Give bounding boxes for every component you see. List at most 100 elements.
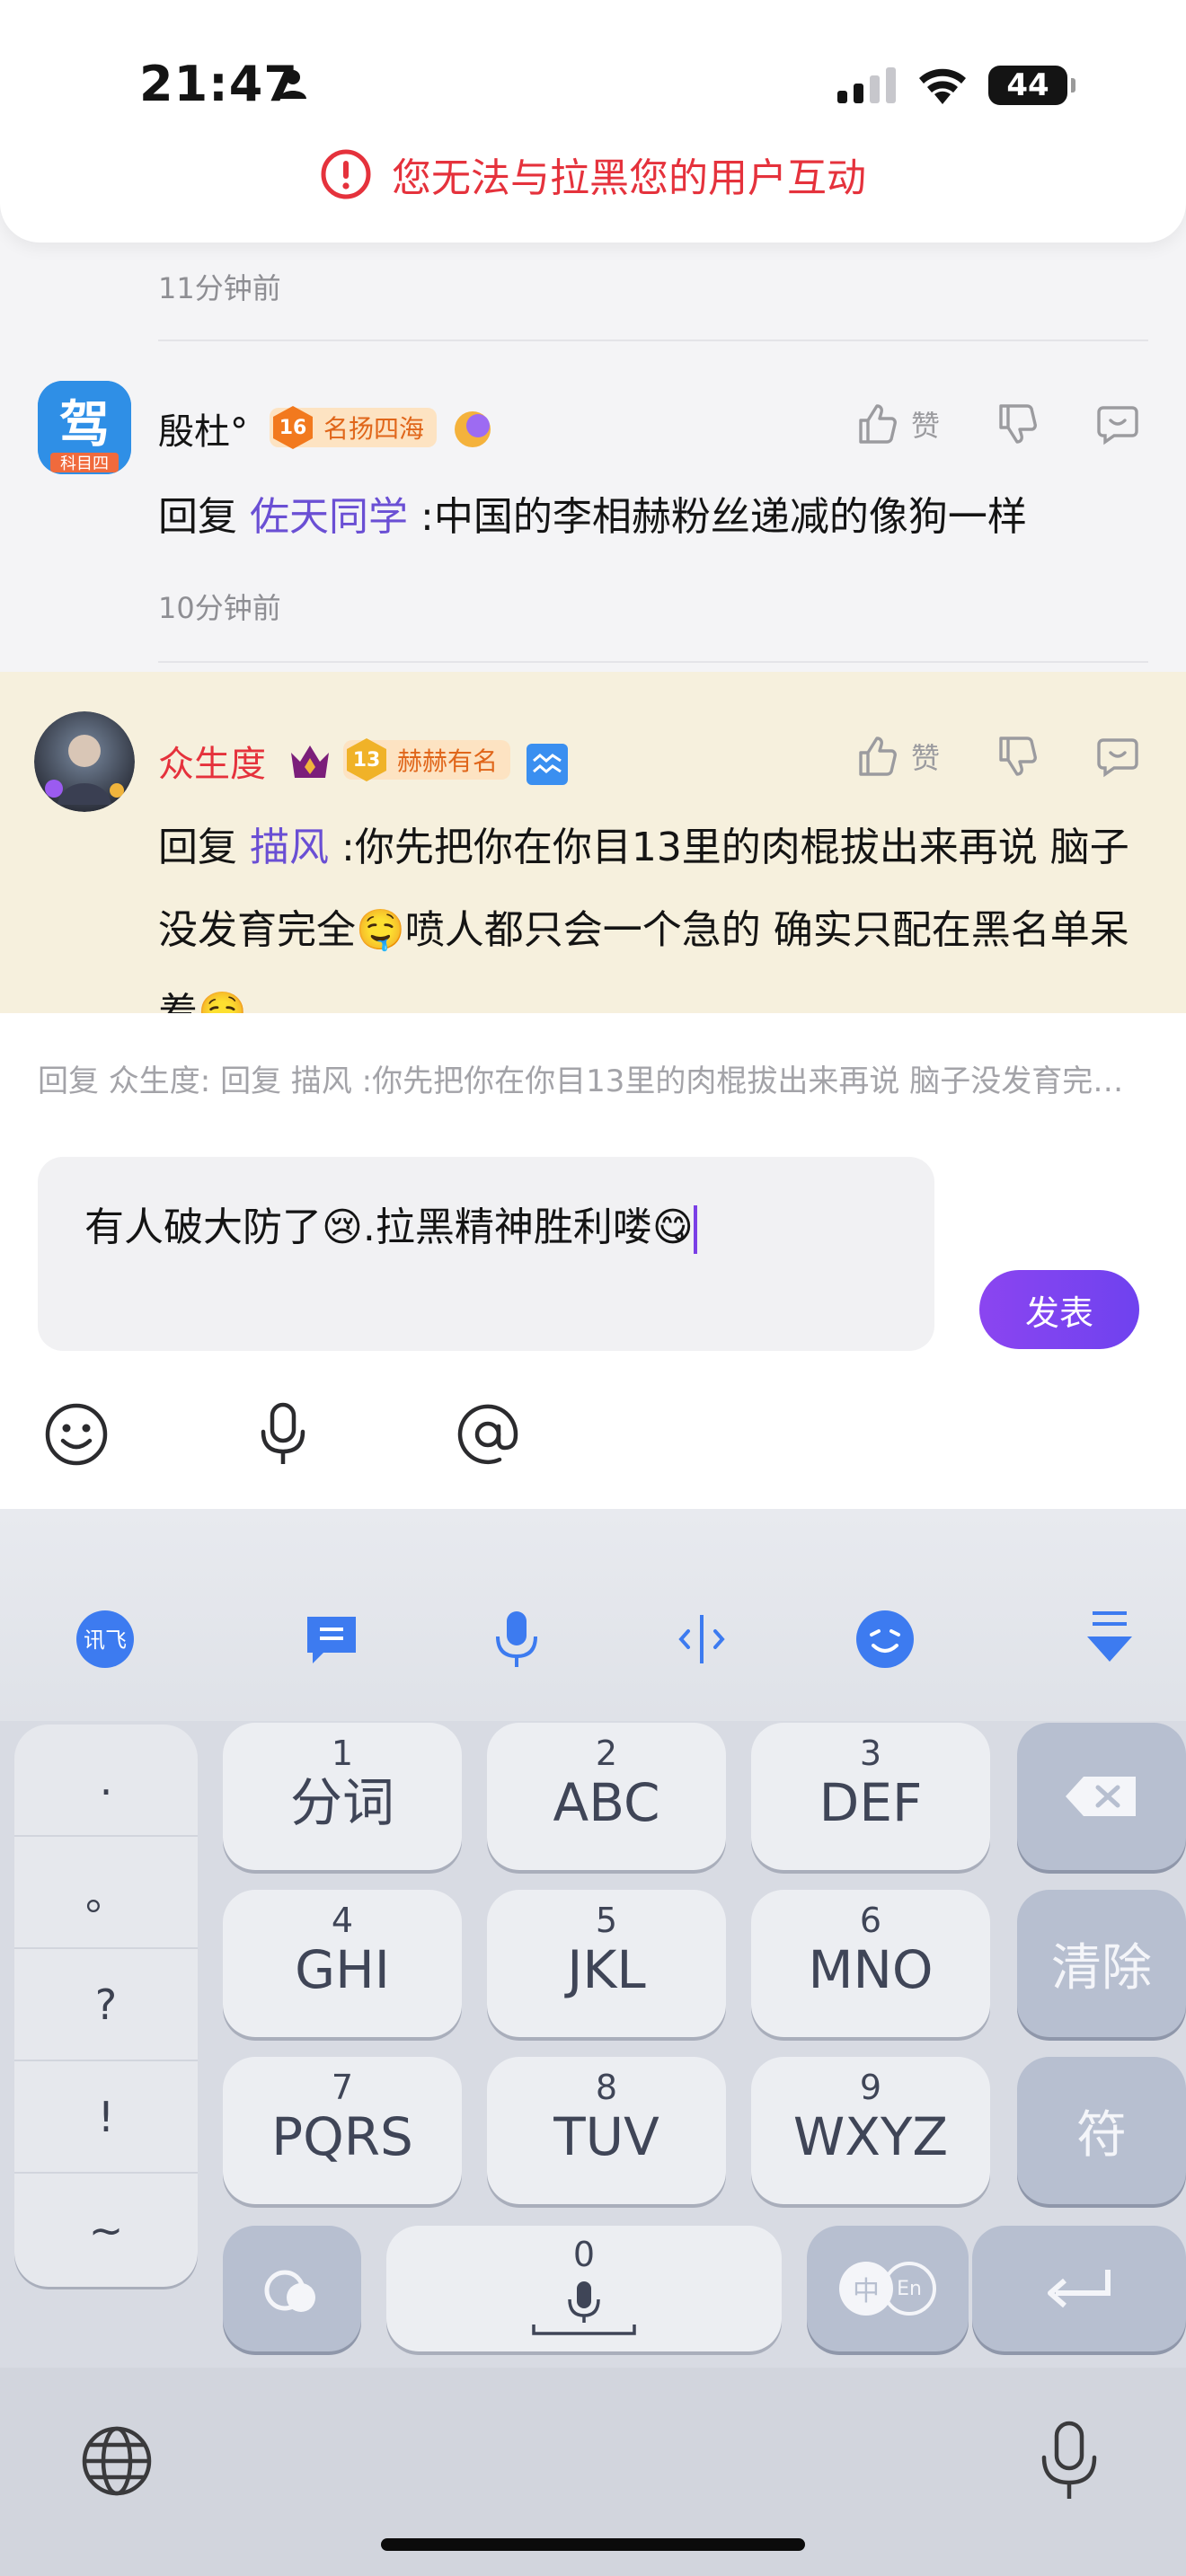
key-1[interactable]: 1 分词	[223, 1723, 462, 1870]
key-7[interactable]: 7 PQRS	[223, 2057, 462, 2204]
thumbs-up-icon	[859, 737, 897, 776]
mention-link[interactable]: 佐天同学	[250, 494, 408, 540]
reply-input[interactable]: 有人破大防了😢.拉黑精神胜利喽😋	[38, 1157, 934, 1351]
comment-actions: 赞	[854, 401, 1141, 447]
username[interactable]: 殷杜°	[158, 402, 248, 454]
symbol-key[interactable]: ~	[14, 2174, 198, 2286]
battery-indicator: 44	[988, 66, 1075, 105]
emoji-icon[interactable]	[41, 1399, 111, 1469]
level-badge: 16 名扬四海	[270, 406, 438, 449]
key-2[interactable]: 2 ABC	[487, 1723, 726, 1870]
comment-time: 11分钟前	[158, 271, 281, 305]
comment-body: :中国的李相赫粉丝递减的像狗一样	[420, 494, 1027, 540]
symbol-key[interactable]: ?	[14, 1949, 198, 2061]
reply-prefix: 回复	[158, 825, 237, 870]
quick-phrase-icon[interactable]	[300, 1608, 363, 1671]
wifi-icon	[919, 68, 966, 104]
blocked-banner: 您无法与拉黑您的用户互动	[0, 146, 1186, 203]
home-indicator[interactable]	[381, 2538, 805, 2551]
moon-badge-icon	[455, 411, 491, 447]
key-9[interactable]: 9 WXYZ	[751, 2057, 990, 2204]
avatar[interactable]	[34, 711, 135, 812]
level-number: 16	[270, 404, 316, 451]
reply-prefix: 回复	[158, 494, 237, 540]
username[interactable]: 众生度	[158, 735, 266, 787]
key-8[interactable]: 8 TUV	[487, 2057, 726, 2204]
text-cursor	[693, 1205, 697, 1254]
space-key[interactable]: 0	[386, 2226, 782, 2351]
post-button[interactable]: 发表	[979, 1270, 1139, 1349]
like-label: 赞	[911, 741, 941, 775]
like-label: 赞	[911, 409, 941, 443]
symbol-column: . 。 ? ! ~	[14, 1725, 198, 2287]
like-button[interactable]: 赞	[854, 733, 940, 780]
thumbs-down-icon[interactable]	[994, 401, 1040, 447]
reply-input-value: 有人破大防了😢.拉黑精神胜利喽😋	[84, 1204, 694, 1250]
comment-text: 回复 描风 :你先把你在你目13里的肉棍拔出来再说 脑子没发育完全🤤喷人都只会一…	[158, 807, 1164, 1015]
clear-key[interactable]: 清除	[1017, 1890, 1186, 2037]
keyboard-toolbar: 讯飞	[0, 1509, 1186, 1721]
lang-en: En	[882, 2262, 936, 2316]
collapse-keyboard-icon[interactable]	[1078, 1608, 1141, 1671]
handwriting-key[interactable]	[223, 2226, 361, 2351]
symbol-key[interactable]: .	[14, 1725, 198, 1837]
signal-icon	[837, 67, 896, 103]
backspace-icon	[1066, 1777, 1136, 1816]
mention-at-icon[interactable]	[453, 1399, 523, 1469]
like-button[interactable]: 赞	[854, 401, 940, 447]
reply-comment-icon[interactable]	[1094, 733, 1141, 780]
voice-keyboard-icon[interactable]	[485, 1608, 548, 1671]
comment-feed[interactable]: 11分钟前 驾 科目四 殷杜° 16 名扬四海 赞 回复 佐天同学:中国的李相…	[0, 243, 1186, 1015]
handwriting-icon	[264, 2270, 315, 2312]
symbol-key[interactable]: !	[14, 2061, 198, 2174]
reply-comment-icon[interactable]	[1094, 401, 1141, 447]
avatar-image	[34, 711, 135, 812]
key-4[interactable]: 4 GHI	[223, 1890, 462, 2037]
return-icon	[1048, 2270, 1111, 2308]
symbols-key[interactable]: 符	[1017, 2057, 1186, 2204]
banner-text: 您无法与拉黑您的用户互动	[392, 155, 866, 201]
return-key[interactable]	[972, 2226, 1186, 2351]
comment-actions: 赞	[854, 733, 1141, 780]
mention-link[interactable]: 描风	[250, 825, 329, 870]
level-number: 13	[343, 737, 390, 783]
key-6[interactable]: 6 MNO	[751, 1890, 990, 2037]
avatar-caption: 科目四	[60, 454, 109, 473]
comment-time: 10分钟前	[158, 591, 281, 625]
key-5[interactable]: 5 JKL	[487, 1890, 726, 2037]
svg-text:驾: 驾	[59, 396, 110, 454]
voice-input-icon[interactable]	[248, 1399, 318, 1469]
thumbs-up-icon	[859, 404, 897, 444]
svg-text:讯飞: 讯飞	[84, 1628, 127, 1653]
iflytek-logo-icon[interactable]: 讯飞	[74, 1608, 137, 1671]
dictation-mic-icon[interactable]	[1031, 2420, 1107, 2502]
comment-text: 回复 佐天同学 :中国的李相赫粉丝递减的像狗一样	[158, 476, 1164, 559]
language-switch-key[interactable]: 中 En	[807, 2226, 969, 2351]
aquarius-badge-icon	[527, 744, 568, 785]
top-card: 21:47 44 您无法与拉黑您的用户互动	[0, 0, 1186, 243]
avatar[interactable]: 驾 科目四	[38, 381, 131, 474]
badge-text: 赫赫有名	[397, 746, 499, 776]
badge-text: 名扬四海	[323, 414, 425, 444]
globe-icon[interactable]	[79, 2423, 155, 2499]
comment-item-highlighted[interactable]: 众生度 13 赫赫有名 赞 回复 描风:你先把你在你目13里的肉棍拔出来再说 …	[0, 672, 1186, 1015]
ime-keyboard: 讯飞 . 。 ? ! ~ 1 分词 2 ABC 3DEF 4 GHI 5 JKL…	[0, 1509, 1186, 2576]
alert-icon	[321, 149, 371, 199]
reply-composer: 回复 众生度: 回复 描风 :你先把你在你目13里的肉棍拔出来再说 脑子没发育完…	[0, 1013, 1186, 1509]
comment-item[interactable]: 驾 科目四 殷杜° 16 名扬四海 赞 回复 佐天同学:中国的李相赫粉丝递减的…	[0, 341, 1186, 674]
key-3[interactable]: 3 DEF	[751, 1723, 990, 1870]
space-mic-icon	[532, 2281, 636, 2335]
status-time: 21:47	[139, 56, 298, 112]
divider	[158, 661, 1148, 663]
space-key-number: 0	[572, 2235, 596, 2274]
person-icon	[279, 70, 306, 99]
reply-to-preview: 回复 众生度: 回复 描风 :你先把你在你目13里的肉棍拔出来再说 脑子没发育完…	[38, 1063, 1152, 1099]
status-indicators: 44	[837, 63, 1075, 108]
crown-icon	[291, 745, 329, 778]
emoji-keyboard-icon[interactable]	[854, 1608, 916, 1671]
level-badge: 13 赫赫有名	[343, 737, 511, 783]
thumbs-down-icon[interactable]	[994, 733, 1040, 780]
backspace-key[interactable]	[1017, 1723, 1186, 1870]
symbol-key[interactable]: 。	[14, 1837, 198, 1949]
cursor-move-icon[interactable]	[670, 1608, 733, 1671]
